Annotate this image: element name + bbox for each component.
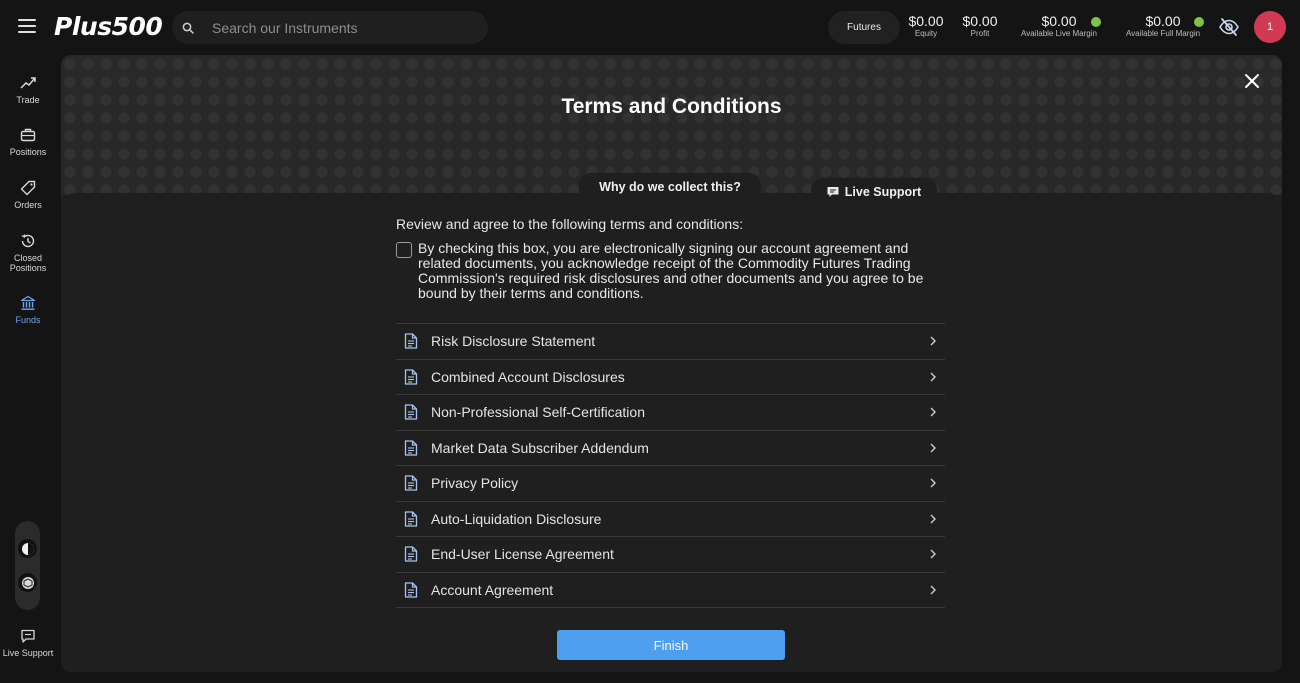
document-list: Risk Disclosure Statement Combined Accoun… bbox=[396, 323, 945, 608]
sidebar-item-label: Funds bbox=[15, 315, 41, 325]
chevron-right-icon bbox=[930, 478, 936, 488]
menu-icon[interactable] bbox=[18, 19, 36, 35]
document-row[interactable]: Non-Professional Self-Certification bbox=[396, 395, 945, 431]
document-row[interactable]: Combined Account Disclosures bbox=[396, 360, 945, 395]
chevron-right-icon bbox=[930, 514, 936, 524]
tag-icon bbox=[20, 180, 36, 196]
sidebar-item-closed-positions[interactable]: Closed Positions bbox=[0, 233, 56, 273]
document-icon bbox=[404, 404, 418, 420]
document-row[interactable]: Privacy Policy bbox=[396, 466, 945, 502]
document-row[interactable]: End-User License Agreement bbox=[396, 537, 945, 573]
sidebar-item-trade[interactable]: Trade bbox=[0, 75, 56, 105]
document-label: Non-Professional Self-Certification bbox=[431, 404, 645, 421]
document-label: Account Agreement bbox=[431, 581, 554, 598]
hide-balance-icon[interactable] bbox=[1218, 16, 1240, 38]
theme-toggle bbox=[15, 521, 40, 610]
profit-label: Profit bbox=[970, 29, 990, 38]
agree-checkbox[interactable] bbox=[396, 242, 412, 258]
document-label: Auto-Liquidation Disclosure bbox=[431, 510, 602, 527]
chevron-right-icon bbox=[930, 549, 936, 559]
document-label: End-User License Agreement bbox=[431, 546, 614, 563]
profit-value: $0.00 bbox=[962, 13, 998, 29]
top-bar: Plus500 Futures $0.00 Equity $0.00 Profi… bbox=[0, 0, 1300, 56]
modal-title: Terms and Conditions bbox=[561, 95, 782, 118]
sidebar: Trade Positions Orders Closed Positions … bbox=[0, 56, 56, 683]
bank-icon bbox=[20, 295, 36, 310]
document-label: Combined Account Disclosures bbox=[431, 368, 625, 385]
document-icon bbox=[404, 511, 418, 527]
document-icon bbox=[404, 440, 418, 456]
sidebar-item-orders[interactable]: Orders bbox=[0, 180, 56, 210]
finish-button[interactable]: Finish bbox=[557, 630, 785, 660]
agree-row: By checking this box, you are electronic… bbox=[396, 241, 946, 301]
document-label: Market Data Subscriber Addendum bbox=[431, 439, 649, 456]
available-full-margin-label: Available Full Margin bbox=[1125, 29, 1201, 38]
available-full-margin-metric: $0.00 Available Full Margin bbox=[1120, 14, 1206, 39]
sidebar-item-live-support[interactable]: Live Support bbox=[0, 628, 56, 658]
equity-label: Equity bbox=[914, 29, 938, 38]
why-collect-link[interactable]: Why do we collect this? bbox=[579, 173, 761, 201]
chevron-right-icon bbox=[930, 407, 936, 417]
avatar[interactable]: 1 bbox=[1254, 11, 1286, 43]
sidebar-item-label: Trade bbox=[16, 95, 40, 105]
sidebar-item-funds[interactable]: Funds bbox=[0, 295, 56, 325]
pattern-mode-icon[interactable] bbox=[18, 573, 37, 592]
live-support-label: Live Support bbox=[844, 185, 922, 199]
document-row[interactable]: Auto-Liquidation Disclosure bbox=[396, 502, 945, 537]
briefcase-icon bbox=[20, 128, 36, 142]
search-input[interactable] bbox=[212, 19, 462, 36]
document-icon bbox=[404, 582, 418, 598]
document-row[interactable]: Risk Disclosure Statement bbox=[396, 324, 945, 360]
chevron-right-icon bbox=[930, 336, 936, 346]
equity-metric: $0.00 Equity bbox=[906, 14, 946, 39]
document-icon bbox=[404, 369, 418, 385]
sidebar-item-label: Orders bbox=[14, 200, 42, 210]
live-support-button[interactable]: Live Support bbox=[811, 178, 937, 206]
live-margin-status-dot bbox=[1091, 17, 1101, 27]
document-row[interactable]: Market Data Subscriber Addendum bbox=[396, 431, 945, 466]
sidebar-item-positions[interactable]: Positions bbox=[0, 127, 56, 157]
profit-metric: $0.00 Profit bbox=[960, 14, 1000, 39]
close-icon[interactable] bbox=[1244, 73, 1260, 89]
chevron-right-icon bbox=[930, 372, 936, 382]
document-label: Risk Disclosure Statement bbox=[431, 333, 596, 350]
chat-icon bbox=[21, 629, 35, 643]
dark-mode-icon[interactable] bbox=[18, 539, 37, 558]
sidebar-item-label: Live Support bbox=[2, 648, 54, 658]
available-live-margin-metric: $0.00 Available Live Margin bbox=[1015, 14, 1103, 39]
document-icon bbox=[404, 333, 418, 349]
terms-modal: Terms and Conditions Why do we collect t… bbox=[61, 55, 1282, 672]
chat-bubble-icon bbox=[827, 187, 839, 197]
document-row[interactable]: Account Agreement bbox=[396, 573, 945, 608]
search-bar[interactable] bbox=[172, 11, 488, 44]
chevron-right-icon bbox=[930, 443, 936, 453]
document-label: Privacy Policy bbox=[431, 475, 519, 492]
futures-button[interactable]: Futures bbox=[828, 11, 900, 44]
search-icon bbox=[182, 22, 194, 34]
intro-text: Review and agree to the following terms … bbox=[396, 216, 744, 232]
available-live-margin-value: $0.00 bbox=[1041, 13, 1077, 29]
agree-text: By checking this box, you are electronic… bbox=[418, 240, 924, 301]
full-margin-status-dot bbox=[1194, 17, 1204, 27]
trend-line-icon bbox=[20, 77, 36, 89]
logo: Plus500 bbox=[54, 12, 163, 41]
chevron-right-icon bbox=[930, 585, 936, 595]
sidebar-item-label: Positions bbox=[9, 147, 47, 157]
equity-value: $0.00 bbox=[908, 13, 944, 29]
document-icon bbox=[404, 546, 418, 562]
history-clock-icon bbox=[21, 234, 35, 248]
sidebar-item-label: Closed Positions bbox=[9, 253, 47, 273]
document-icon bbox=[404, 475, 418, 491]
available-live-margin-label: Available Live Margin bbox=[1021, 29, 1097, 38]
